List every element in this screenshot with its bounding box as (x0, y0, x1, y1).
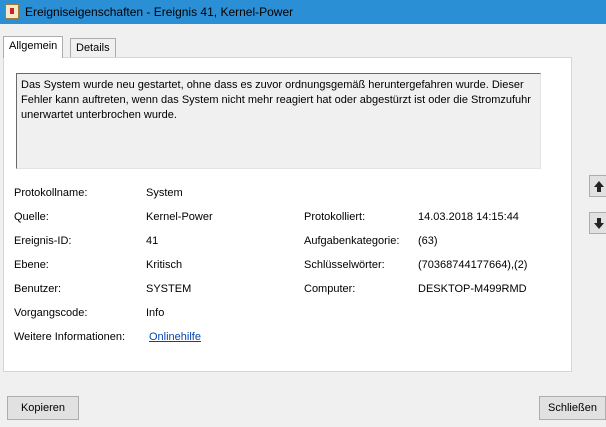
title-bar[interactable]: Ereigniseigenschaften - Ereignis 41, Ker… (0, 0, 606, 24)
quelle-label: Quelle: (14, 211, 49, 223)
weitere-informationen-label: Weitere Informationen: (14, 331, 126, 343)
aufgabenkategorie-label: Aufgabenkategorie: (304, 235, 400, 247)
onlinehilfe-link[interactable]: Onlinehilfe (149, 330, 201, 344)
computer-label: Computer: (304, 283, 356, 295)
protokollname-label: Protokollname: (14, 187, 88, 199)
next-event-button[interactable] (589, 212, 606, 234)
aufgabenkategorie-value: (63) (418, 235, 438, 247)
protokolliert-value: 14.03.2018 14:15:44 (418, 211, 519, 223)
protokolliert-label: Protokolliert: (304, 211, 366, 223)
vorgangscode-label: Vorgangscode: (14, 307, 88, 319)
computer-value: DESKTOP-M499RMD (418, 283, 527, 295)
quelle-value: Kernel-Power (146, 211, 213, 223)
event-log-icon (5, 4, 19, 19)
tab-allgemein[interactable]: Allgemein (3, 36, 64, 58)
event-description[interactable]: Das System wurde neu gestartet, ohne das… (16, 73, 541, 169)
benutzer-value: SYSTEM (146, 283, 192, 295)
schluesselwoerter-value: (70368744177664),(2) (418, 259, 528, 271)
close-button[interactable]: Schließen (539, 396, 606, 420)
tab-details[interactable]: Details (70, 38, 116, 58)
ereignis-id-value: 41 (146, 235, 159, 247)
ereignis-id-label: Ereignis-ID: (14, 235, 72, 247)
copy-button[interactable]: Kopieren (7, 396, 79, 420)
schluesselwoerter-label: Schlüsselwörter: (304, 259, 385, 271)
protokollname-value: System (146, 187, 183, 199)
arrow-down-icon (594, 218, 604, 229)
vorgangscode-value: Info (146, 307, 165, 319)
arrow-up-icon (594, 181, 604, 192)
benutzer-label: Benutzer: (14, 283, 62, 295)
previous-event-button[interactable] (589, 175, 606, 197)
window-title: Ereigniseigenschaften - Ereignis 41, Ker… (25, 5, 294, 19)
ebene-label: Ebene: (14, 259, 49, 271)
ebene-value: Kritisch (146, 259, 183, 271)
